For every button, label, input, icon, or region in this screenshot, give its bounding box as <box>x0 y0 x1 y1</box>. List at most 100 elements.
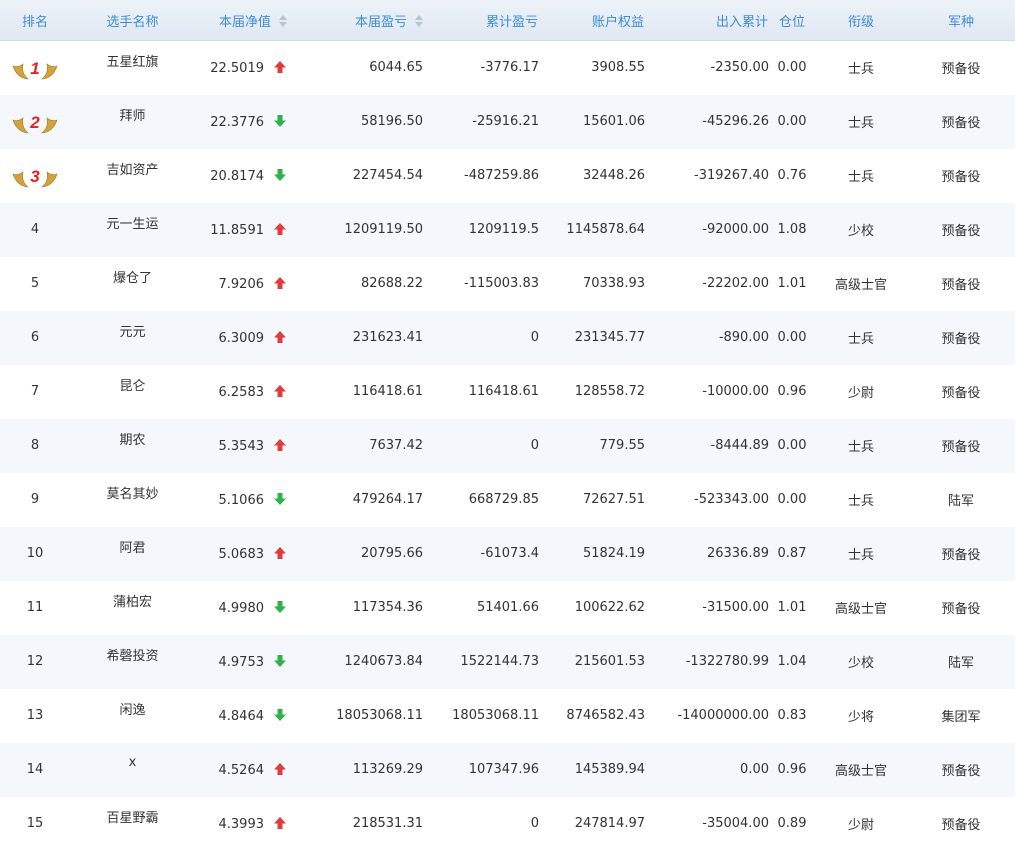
sort-icon[interactable] <box>279 14 287 27</box>
rank-title-cell: 高级士官 <box>815 743 907 797</box>
cumulative-value: 0 <box>530 438 539 453</box>
cumulative-cell: 0 <box>423 797 539 851</box>
rank-cell: 5 <box>0 257 70 311</box>
net-value: 6.2583 <box>218 384 265 400</box>
rank-cell: 6 <box>0 311 70 365</box>
inout-value: -8444.89 <box>710 438 769 453</box>
net-value: 4.9753 <box>218 654 265 670</box>
table-row[interactable]: 10 阿君 5.0683 20795.66 -61073.4 51824.19 … <box>0 526 1015 581</box>
profit-cell: 82688.22 <box>287 257 423 311</box>
cumulative-cell: 668729.85 <box>423 473 539 527</box>
player-name-cell[interactable]: 拜师 <box>70 95 195 149</box>
table-row[interactable]: 15 百星野霸 4.3993 218531.31 0 247814.97 -35… <box>0 796 1015 851</box>
table-row[interactable]: 3 吉如资产 20.8174 227454.54 -487259.86 3244… <box>0 148 1015 203</box>
profit-cell: 231623.41 <box>287 311 423 365</box>
equity-value: 8746582.43 <box>566 708 645 723</box>
net-value-cell: 5.1066 <box>195 473 287 527</box>
net-value-cell: 6.2583 <box>195 365 287 419</box>
rank-number: 15 <box>26 816 44 831</box>
player-name[interactable]: 拜师 <box>119 109 145 124</box>
player-name[interactable]: 五星红旗 <box>106 55 158 70</box>
player-name[interactable]: 希磬投资 <box>106 649 158 664</box>
player-name[interactable]: 蒲柏宏 <box>113 595 152 610</box>
medal-icon: 3 <box>12 167 58 187</box>
player-name-cell[interactable]: 百星野霸 <box>70 797 195 851</box>
table-row[interactable]: 5 爆仓了 7.9206 82688.22 -115003.83 70338.9… <box>0 256 1015 311</box>
up-arrow-icon <box>274 222 286 235</box>
player-name-cell[interactable]: 吉如资产 <box>70 149 195 203</box>
table-row[interactable]: 14 x 4.5264 113269.29 107347.96 145389.9… <box>0 742 1015 797</box>
rank-number: 14 <box>26 762 44 777</box>
cumulative-value: -25916.21 <box>472 114 539 129</box>
player-name-cell[interactable]: 莫名其妙 <box>70 473 195 527</box>
branch: 陆军 <box>947 656 974 671</box>
header-net-value-label: 本届净值 <box>218 14 271 30</box>
player-name[interactable]: 元一生运 <box>106 217 158 232</box>
net-value-cell: 22.5019 <box>195 41 287 95</box>
rank-title-cell: 高级士官 <box>815 581 907 635</box>
rank-title-cell: 少尉 <box>815 797 907 851</box>
inout-cell: -8444.89 <box>645 419 769 473</box>
player-name-cell[interactable]: 蒲柏宏 <box>70 581 195 635</box>
player-name-cell[interactable]: 元一生运 <box>70 203 195 257</box>
equity-cell: 51824.19 <box>539 527 645 581</box>
branch-cell: 集团军 <box>907 689 1015 743</box>
player-name[interactable]: 吉如资产 <box>106 163 158 178</box>
equity-cell: 1145878.64 <box>539 203 645 257</box>
player-name[interactable]: 元元 <box>119 325 145 340</box>
table-row[interactable]: 1 五星红旗 22.5019 6044.65 -3776.17 3908.55 … <box>0 40 1015 95</box>
header-position: 仓位 <box>769 0 815 41</box>
branch: 集团军 <box>941 710 981 725</box>
player-name-cell[interactable]: 五星红旗 <box>70 41 195 95</box>
table-header-row: 排名 选手名称 本届净值 本届盈亏 累计盈亏 账户权益 出入累计 仓位 衔级 军… <box>0 0 1015 41</box>
player-name[interactable]: 爆仓了 <box>113 271 152 286</box>
net-value-cell: 22.3776 <box>195 95 287 149</box>
player-name-cell[interactable]: 爆仓了 <box>70 257 195 311</box>
header-profit[interactable]: 本届盈亏 <box>287 0 423 41</box>
branch: 预备役 <box>941 170 981 185</box>
player-name[interactable]: 昆仑 <box>119 379 145 394</box>
player-name[interactable]: x <box>129 755 137 770</box>
net-value: 4.9980 <box>218 600 265 616</box>
player-name-cell[interactable]: 期农 <box>70 419 195 473</box>
table-row[interactable]: 12 希磬投资 4.9753 1240673.84 1522144.73 215… <box>0 634 1015 689</box>
table-row[interactable]: 9 莫名其妙 5.1066 479264.17 668729.85 72627.… <box>0 472 1015 527</box>
net-value: 7.9206 <box>218 276 265 292</box>
player-name-cell[interactable]: 闲逸 <box>70 689 195 743</box>
profit-value: 58196.50 <box>360 114 423 129</box>
sort-icon[interactable] <box>415 14 423 27</box>
header-net-value[interactable]: 本届净值 <box>195 0 287 41</box>
header-branch: 军种 <box>907 0 1015 41</box>
table-row[interactable]: 2 拜师 22.3776 58196.50 -25916.21 15601.06… <box>0 94 1015 149</box>
player-name[interactable]: 阿君 <box>119 541 145 556</box>
profit-value: 18053068.11 <box>336 708 423 723</box>
branch: 预备役 <box>941 116 981 131</box>
table-row[interactable]: 7 昆仑 6.2583 116418.61 116418.61 128558.7… <box>0 364 1015 419</box>
profit-cell: 1240673.84 <box>287 635 423 689</box>
player-name-cell[interactable]: 阿君 <box>70 527 195 581</box>
rank-title-cell: 少校 <box>815 635 907 689</box>
table-row[interactable]: 4 元一生运 11.8591 1209119.50 1209119.5 1145… <box>0 202 1015 257</box>
player-name-cell[interactable]: 希磬投资 <box>70 635 195 689</box>
table-row[interactable]: 11 蒲柏宏 4.9980 117354.36 51401.66 100622.… <box>0 580 1015 635</box>
player-name-cell[interactable]: x <box>70 743 195 797</box>
table-row[interactable]: 8 期农 5.3543 7637.42 0 779.55 -8444.89 0.… <box>0 418 1015 473</box>
net-value-cell: 6.3009 <box>195 311 287 365</box>
equity-value: 231345.77 <box>574 330 645 345</box>
position-value: 1.08 <box>777 222 807 237</box>
player-name[interactable]: 莫名其妙 <box>106 487 158 502</box>
branch-cell: 陆军 <box>907 473 1015 527</box>
position-value: 0.96 <box>777 384 807 399</box>
player-name[interactable]: 闲逸 <box>119 703 145 718</box>
player-name[interactable]: 期农 <box>119 433 145 448</box>
rank-title-cell: 士兵 <box>815 149 907 203</box>
down-arrow-icon <box>274 600 286 613</box>
rank-number: 5 <box>30 276 40 291</box>
cumulative-cell: -3776.17 <box>423 41 539 95</box>
player-name-cell[interactable]: 昆仑 <box>70 365 195 419</box>
player-name[interactable]: 百星野霸 <box>106 811 158 826</box>
cumulative-cell: 51401.66 <box>423 581 539 635</box>
table-row[interactable]: 13 闲逸 4.8464 18053068.11 18053068.11 874… <box>0 688 1015 743</box>
table-row[interactable]: 6 元元 6.3009 231623.41 0 231345.77 -890.0… <box>0 310 1015 365</box>
player-name-cell[interactable]: 元元 <box>70 311 195 365</box>
